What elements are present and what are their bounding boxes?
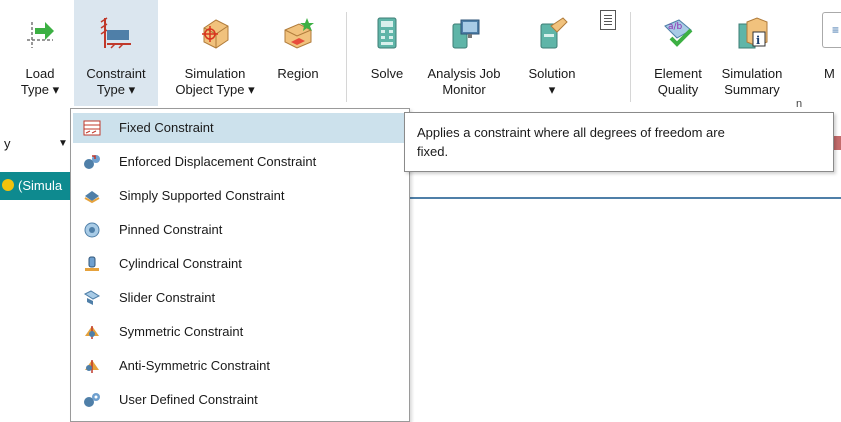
ribbon-separator [346, 12, 347, 102]
svg-text:a/b: a/b [668, 22, 683, 32]
fixed-constraint-icon [83, 120, 101, 136]
tooltip-line-2: fixed. [417, 144, 449, 159]
slider-icon [83, 290, 101, 305]
menu-item-label: Enforced Displacement Constraint [119, 154, 317, 169]
right-edge-icon[interactable] [834, 136, 841, 150]
load-type-icon [27, 22, 54, 48]
menu-item-user-defined[interactable]: User Defined Constraint [73, 385, 405, 415]
chevron-down-icon: ▼ [58, 138, 68, 149]
menu-item-label: Fixed Constraint [119, 120, 214, 135]
solve-label: Solve [370, 66, 404, 81]
simulation-object-type-label-1: Simulation [184, 66, 246, 81]
simulation-object-type-button[interactable]: Simulation Object Type ▾ [164, 0, 266, 106]
left-combo-box[interactable]: y ▼ [0, 134, 72, 154]
menu-item-label: Slider Constraint [119, 290, 216, 305]
anti-symmetric-icon [85, 360, 99, 373]
constraint-type-button[interactable]: Constraint Type ▾ [74, 0, 158, 106]
menu-item-symmetric[interactable]: Symmetric Constraint [73, 317, 405, 347]
tree-item-simulation[interactable]: (Simula [0, 172, 72, 200]
menu-item-fixed-constraint[interactable]: Fixed Constraint [73, 113, 405, 143]
analysis-job-monitor-button[interactable]: Analysis Job Monitor [416, 0, 512, 106]
left-combo-text: y [4, 136, 11, 151]
element-quality-label-1: Element [654, 66, 702, 81]
constraint-type-label-2: Type ▾ [96, 82, 136, 97]
simply-supported-icon [84, 191, 100, 204]
simulation-summary-label-1: Simulation [721, 66, 783, 81]
simulation-summary-icon: i [738, 17, 768, 49]
document-icon[interactable] [600, 10, 616, 30]
solution-label-2: ▾ [548, 82, 556, 97]
region-button[interactable]: Region [270, 0, 326, 106]
menu-item-label: Symmetric Constraint [119, 324, 244, 339]
menu-item-label: Cylindrical Constraint [119, 256, 242, 271]
solve-icon [377, 17, 397, 49]
menu-item-slider[interactable]: Slider Constraint [73, 283, 405, 313]
solution-label-1: Solution [528, 66, 576, 81]
analysis-job-monitor-label-1: Analysis Job [427, 66, 501, 81]
menu-item-simply-supported[interactable]: Simply Supported Constraint [73, 181, 405, 211]
svg-text:i: i [756, 34, 760, 47]
more-label: M [824, 66, 835, 81]
menu-item-label: User Defined Constraint [119, 392, 258, 407]
constraint-type-label-1: Constraint [86, 66, 146, 81]
menu-item-anti-symmetric[interactable]: Anti-Symmetric Constraint [73, 351, 405, 381]
ribbon-toolbar: Load Type ▾ Constraint Type ▾ Simulation Ob… [0, 0, 841, 110]
ribbon-separator-2 [630, 12, 631, 102]
tooltip: Applies a constraint where all degrees o… [404, 112, 834, 172]
divider-line [408, 197, 841, 199]
region-label: Region [277, 66, 319, 81]
solution-button[interactable]: Solution ▾ [516, 0, 588, 106]
menu-item-cylindrical[interactable]: Cylindrical Constraint [73, 249, 405, 279]
overflow-box[interactable]: ≡ [822, 12, 841, 48]
analysis-job-monitor-label-2: Monitor [442, 82, 486, 97]
element-quality-icon: a/b [664, 19, 693, 47]
section-label-fragment: n [796, 98, 803, 110]
menu-lines-icon: ≡ [832, 23, 840, 37]
simulation-object-type-icon [202, 19, 229, 49]
simulation-summary-button[interactable]: i Simulation Summary [712, 0, 792, 106]
constraint-type-icon [100, 17, 131, 49]
region-icon [284, 18, 314, 49]
menu-item-label: Pinned Constraint [119, 222, 223, 237]
load-type-label-2: Type ▾ [20, 82, 60, 97]
symmetric-icon [85, 326, 99, 339]
element-quality-button[interactable]: a/b Element Quality [648, 0, 708, 106]
analysis-job-monitor-icon [452, 19, 480, 49]
menu-item-label: Anti-Symmetric Constraint [119, 358, 270, 373]
tree-item-label: (Simula [18, 178, 63, 193]
menu-item-label: Simply Supported Constraint [119, 188, 285, 203]
simulation-node-icon [2, 179, 14, 191]
load-type-label-1: Load [25, 66, 55, 81]
menu-item-enforced-displacement[interactable]: Enforced Displacement Constraint [73, 147, 405, 177]
load-type-button[interactable]: Load Type ▾ [12, 0, 68, 106]
constraint-type-menu: Fixed Constraint Enforced Displacement C… [70, 108, 410, 422]
solve-button[interactable]: Solve [362, 0, 412, 106]
element-quality-label-2: Quality [657, 82, 699, 97]
simulation-object-type-label-2: Object Type ▾ [175, 82, 255, 97]
menu-item-pinned[interactable]: Pinned Constraint [73, 215, 405, 245]
pinned-icon [84, 222, 100, 238]
enforced-displacement-icon [84, 155, 100, 169]
solution-icon [540, 17, 568, 49]
user-defined-icon [84, 393, 100, 407]
cylindrical-icon [85, 256, 99, 271]
tooltip-text: Applies a constraint where all degrees o… [417, 123, 827, 161]
tooltip-line-1: Applies a constraint where all degrees o… [417, 125, 725, 140]
simulation-summary-label-2: Summary [724, 82, 780, 97]
